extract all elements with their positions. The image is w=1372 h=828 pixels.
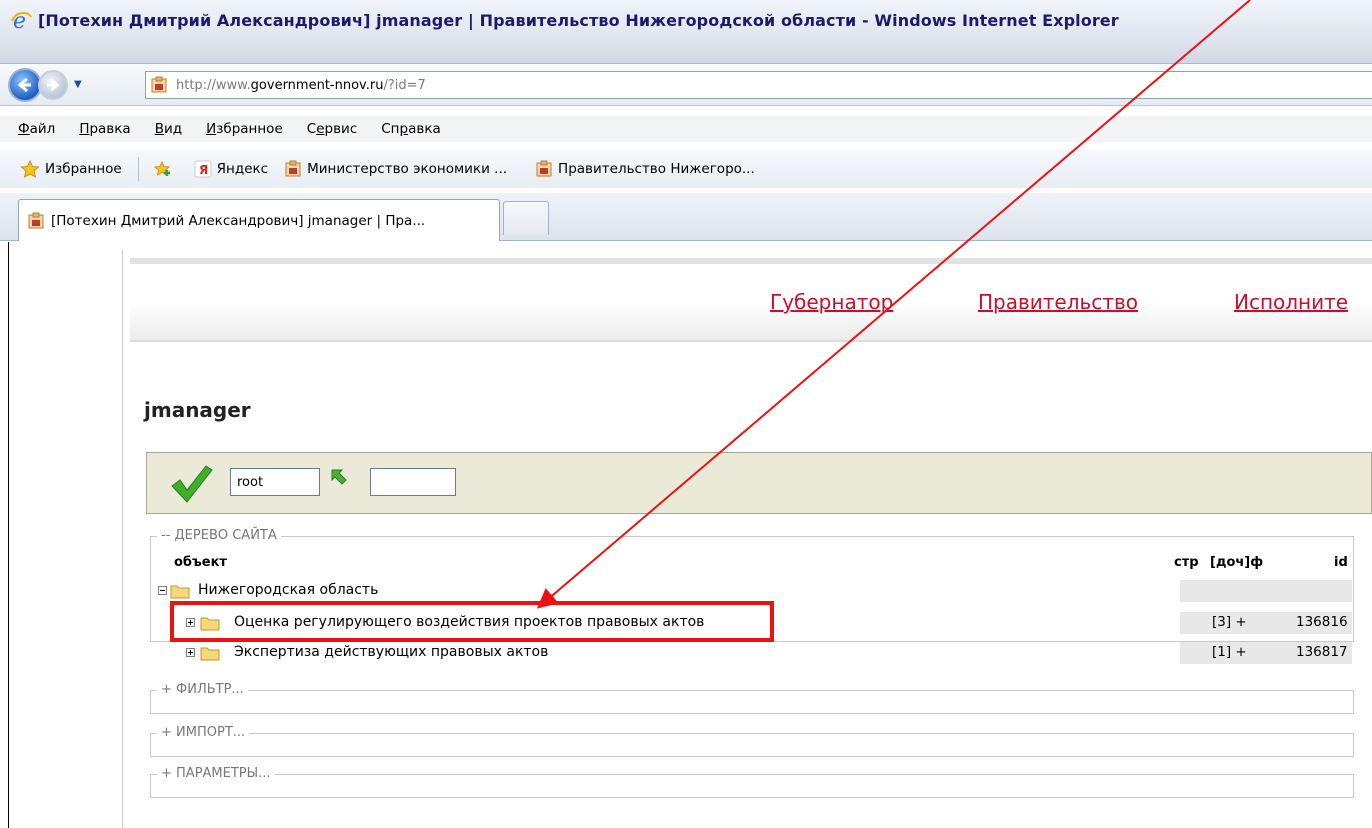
tree-row: Нижегородская область <box>152 580 1354 602</box>
children-count[interactable]: [1] + <box>1212 644 1247 660</box>
column-header-pages: стр <box>1174 555 1199 570</box>
tab-label: [Потехин Дмитрий Александрович] jmanager… <box>51 212 426 229</box>
root-node-input[interactable] <box>230 468 320 496</box>
tree-row-stats <box>1180 580 1352 602</box>
import-legend[interactable]: + ИМПОРТ... <box>157 725 250 740</box>
params-panel: + ПАРАМЕТРЫ... <box>150 766 1354 798</box>
favorite-link-yandex[interactable]: Я Яндекс <box>194 160 268 178</box>
site-favicon-icon <box>28 212 44 228</box>
site-tree-legend[interactable]: -- ДЕРЕВО САЙТА <box>157 528 281 543</box>
back-button[interactable] <box>8 67 42 102</box>
title-row: e [Потехин Дмитрий Александрович] jmanag… <box>0 0 1372 40</box>
new-tab-button[interactable] <box>503 201 549 235</box>
menu-tools[interactable]: Сервис <box>307 121 357 137</box>
svg-text:Я: Я <box>199 163 208 177</box>
favorite-link-government[interactable]: Правительство Нижегоро... <box>535 160 755 178</box>
checkmark-icon[interactable] <box>168 460 214 506</box>
yandex-icon: Я <box>194 160 212 178</box>
node-id: 136817 <box>1296 644 1348 660</box>
navigation-bar: ▼ http://www.government-nnov.ru/?id=7 <box>0 64 1372 106</box>
children-count[interactable]: [3] + <box>1212 614 1247 630</box>
window-title: [Потехин Дмитрий Александрович] jmanager… <box>38 10 1119 30</box>
menu-bar: Файл Правка Вид Избранное Сервис Справка <box>0 116 1372 142</box>
node-id-input[interactable] <box>370 468 456 496</box>
annotation-highlight-box <box>170 601 774 642</box>
menu-help[interactable]: Справка <box>381 121 441 137</box>
favorites-separator <box>137 157 139 181</box>
go-up-arrow-icon[interactable] <box>330 468 348 486</box>
star-icon <box>20 160 40 178</box>
expand-toggle-icon[interactable] <box>186 648 195 657</box>
site-nav-governor[interactable]: Губернатор <box>770 290 893 314</box>
tree-node-label[interactable]: Нижегородская область <box>198 582 378 598</box>
column-header-object: объект <box>174 555 227 570</box>
address-bar[interactable]: http://www.government-nnov.ru/?id=7 <box>145 71 1372 99</box>
import-panel: + ИМПОРТ... <box>150 725 1354 757</box>
favorites-label: Избранное <box>45 161 122 177</box>
node-id: 136816 <box>1296 614 1348 630</box>
favorite-link-ministry[interactable]: Министерство экономики ... <box>284 160 507 178</box>
tree-node-label[interactable]: Экспертиза действующих правовых актов <box>234 644 548 660</box>
menu-favorites[interactable]: Избранное <box>206 121 283 137</box>
favorites-bar: Избранное Я Яндекс Министерство экономик… <box>0 150 1372 188</box>
history-dropdown-icon[interactable]: ▼ <box>74 79 88 90</box>
filter-legend[interactable]: + ФИЛЬТР... <box>157 682 248 697</box>
page-left-border <box>122 250 123 828</box>
site-favicon-icon <box>536 160 552 177</box>
address-text: http://www.government-nnov.ru/?id=7 <box>176 77 426 93</box>
menu-file[interactable]: Файл <box>18 121 55 137</box>
page-title: jmanager <box>144 398 251 422</box>
window-titlebar: e [Потехин Дмитрий Александрович] jmanag… <box>0 0 1372 64</box>
folder-icon <box>170 585 190 599</box>
back-arrow-icon <box>17 77 31 92</box>
folder-icon <box>200 647 220 661</box>
forward-button[interactable] <box>38 69 68 100</box>
ie-logo-icon: e <box>10 9 32 31</box>
site-nav-executive[interactable]: Исполните <box>1234 290 1348 314</box>
site-favicon-icon <box>151 76 167 93</box>
site-nav-government[interactable]: Правительство <box>978 290 1138 314</box>
column-header-children: [доч]ф <box>1210 555 1264 570</box>
collapse-toggle-icon[interactable] <box>158 586 167 595</box>
site-menu-band <box>130 270 1372 342</box>
menu-view[interactable]: Вид <box>155 121 182 137</box>
favorites-button[interactable]: Избранное <box>20 160 122 178</box>
tab-jmanager[interactable]: [Потехин Дмитрий Александрович] jmanager… <box>18 199 500 241</box>
tree-row: Экспертиза действующих правовых актов [1… <box>152 642 1354 664</box>
add-favorite-button[interactable] <box>153 160 178 178</box>
tab-bar: [Потехин Дмитрий Александрович] jmanager… <box>0 193 1372 241</box>
site-top-band <box>130 258 1372 264</box>
forward-arrow-icon <box>47 78 60 91</box>
column-header-id: id <box>1334 555 1348 570</box>
params-legend[interactable]: + ПАРАМЕТРЫ... <box>157 766 275 781</box>
add-to-favorites-icon <box>153 160 170 176</box>
filter-panel: + ФИЛЬТР... <box>150 682 1354 714</box>
site-favicon-icon <box>285 160 301 177</box>
menu-edit[interactable]: Правка <box>79 121 130 137</box>
